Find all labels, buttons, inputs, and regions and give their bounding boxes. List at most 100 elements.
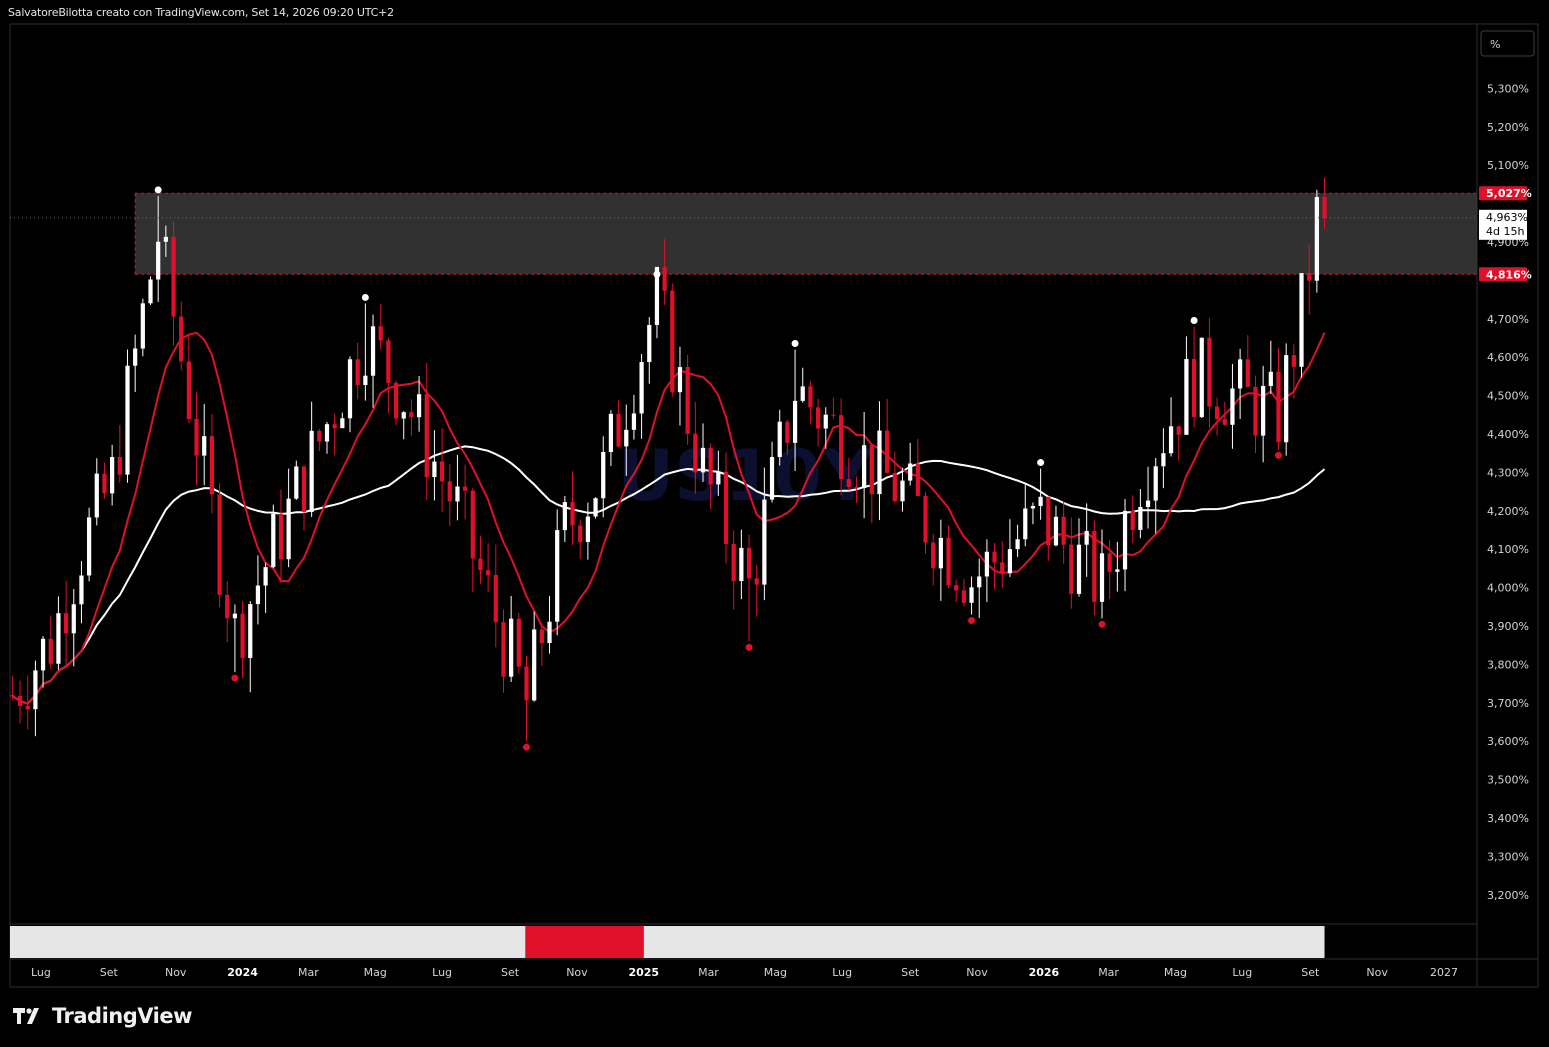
candle[interactable] [915, 439, 920, 497]
candle[interactable] [455, 454, 460, 521]
candle[interactable] [1168, 397, 1174, 457]
candle[interactable] [470, 488, 475, 593]
candle[interactable] [1299, 273, 1304, 378]
candle[interactable] [892, 451, 897, 504]
candle[interactable] [670, 283, 675, 397]
candle[interactable] [340, 412, 345, 429]
candle[interactable] [1214, 397, 1220, 436]
candle[interactable] [877, 401, 882, 521]
candle[interactable] [977, 558, 982, 619]
candle[interactable] [885, 399, 890, 474]
tradingview-brand[interactable]: TradingView [12, 1004, 192, 1028]
candle[interactable] [133, 334, 138, 392]
candle[interactable] [593, 497, 598, 519]
candle[interactable] [961, 579, 966, 607]
candle[interactable] [240, 601, 245, 679]
candle[interactable] [754, 565, 759, 617]
candle[interactable] [532, 611, 537, 702]
ma-fast-line[interactable] [11, 331, 1326, 705]
candle[interactable] [447, 464, 452, 526]
candle[interactable] [616, 400, 621, 448]
candle[interactable] [263, 562, 268, 613]
candle[interactable] [79, 560, 84, 624]
candle[interactable] [808, 381, 813, 425]
candle[interactable] [232, 604, 238, 673]
candle[interactable] [209, 413, 215, 514]
candle[interactable] [1138, 489, 1143, 539]
candle[interactable] [1069, 517, 1074, 609]
candle[interactable] [278, 489, 284, 584]
candle[interactable] [1199, 337, 1204, 418]
price-chart[interactable]: US10Y 5,300%5,200%5,100%4,900%4,700%4,60… [0, 0, 1549, 1047]
candle[interactable] [94, 458, 99, 526]
candle[interactable] [48, 615, 53, 670]
candle[interactable] [294, 460, 299, 500]
candle[interactable] [1007, 519, 1013, 577]
candle[interactable] [639, 354, 644, 439]
candle[interactable] [608, 410, 614, 466]
candle[interactable] [56, 596, 61, 670]
candle[interactable] [800, 367, 805, 403]
candle[interactable] [946, 525, 951, 588]
candle[interactable] [984, 539, 990, 603]
candle[interactable] [938, 519, 943, 601]
candle[interactable] [117, 425, 122, 483]
candle[interactable] [739, 529, 744, 600]
candle[interactable] [1115, 541, 1120, 592]
candle[interactable] [1314, 189, 1319, 293]
candle[interactable] [1176, 425, 1181, 461]
candle[interactable] [370, 314, 376, 408]
candle[interactable] [1092, 520, 1097, 616]
candle[interactable] [40, 636, 46, 688]
candle[interactable] [125, 349, 130, 483]
candle[interactable] [463, 464, 468, 520]
candle[interactable] [87, 507, 92, 582]
candle[interactable] [1253, 375, 1258, 454]
candle[interactable] [1015, 524, 1020, 557]
candle[interactable] [1030, 502, 1036, 525]
candle[interactable] [179, 301, 184, 371]
candle[interactable] [908, 442, 913, 486]
candle[interactable] [539, 623, 544, 666]
candle[interactable] [547, 596, 552, 654]
candle[interactable] [555, 509, 560, 636]
candle[interactable] [585, 502, 590, 560]
candle[interactable] [478, 535, 483, 584]
candle[interactable] [677, 346, 683, 426]
candle[interactable] [33, 660, 38, 737]
candle[interactable] [1153, 457, 1158, 534]
candle[interactable] [516, 612, 521, 674]
candle[interactable] [110, 444, 115, 506]
candle[interactable] [248, 601, 253, 693]
candle[interactable] [1268, 340, 1273, 394]
candle[interactable] [1161, 428, 1166, 489]
candle[interactable] [831, 397, 836, 419]
candle[interactable] [1076, 518, 1082, 597]
candle[interactable] [424, 363, 429, 500]
candle[interactable] [17, 680, 23, 724]
candle[interactable] [363, 303, 368, 401]
candle[interactable] [900, 467, 905, 512]
candle[interactable] [931, 533, 936, 586]
candle[interactable] [493, 544, 498, 648]
candle[interactable] [309, 401, 314, 517]
candle[interactable] [1130, 495, 1135, 544]
candle[interactable] [731, 530, 736, 610]
candle[interactable] [746, 534, 752, 642]
candle[interactable] [1145, 466, 1151, 529]
candle[interactable] [1000, 541, 1005, 589]
candle[interactable] [439, 428, 445, 513]
candle[interactable] [386, 337, 391, 414]
candle[interactable] [1261, 365, 1266, 463]
candle[interactable] [171, 221, 176, 346]
candle[interactable] [271, 504, 276, 569]
price-axis[interactable]: 5,300%5,200%5,100%4,900%4,700%4,600%4,50… [1479, 82, 1532, 902]
candle[interactable] [1276, 348, 1281, 450]
candle[interactable] [202, 404, 207, 486]
candle[interactable] [63, 580, 69, 667]
candle[interactable] [969, 576, 974, 615]
candle[interactable] [1191, 326, 1197, 428]
candle[interactable] [225, 581, 230, 642]
candle[interactable] [355, 342, 360, 400]
candle[interactable] [1038, 468, 1043, 520]
